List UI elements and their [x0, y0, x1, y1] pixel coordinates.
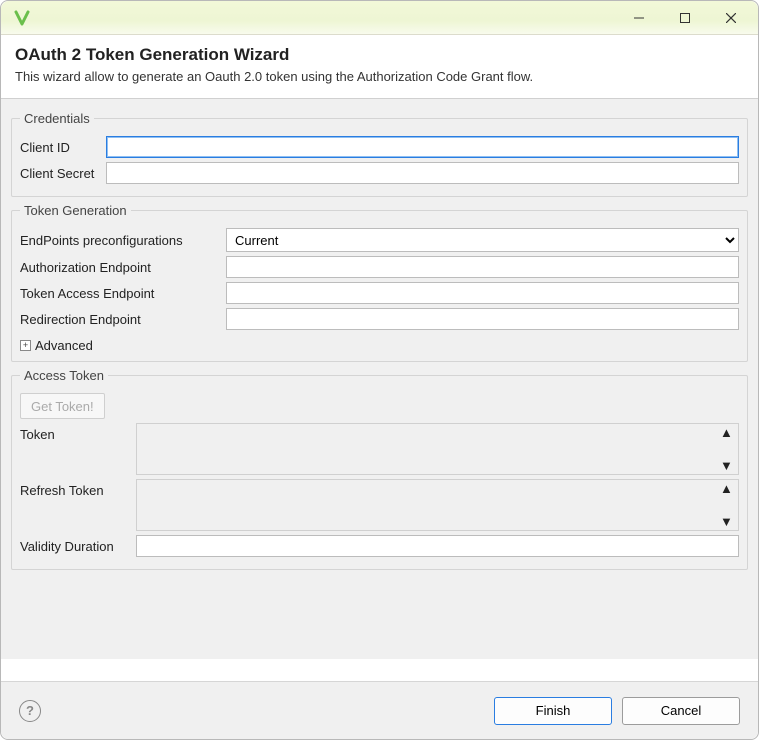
triangle-down-icon[interactable]: ▼ — [720, 459, 738, 472]
credentials-legend: Credentials — [20, 111, 94, 126]
token-output: ▲ ▼ — [136, 423, 739, 475]
validity-label: Validity Duration — [20, 539, 130, 554]
token-endpoint-input[interactable] — [226, 282, 739, 304]
redirect-endpoint-label: Redirection Endpoint — [20, 312, 220, 327]
plus-icon: + — [20, 340, 31, 351]
auth-endpoint-input[interactable] — [226, 256, 739, 278]
cancel-button[interactable]: Cancel — [622, 697, 740, 725]
endpoints-preconfig-label: EndPoints preconfigurations — [20, 233, 220, 248]
client-secret-input[interactable] — [106, 162, 739, 184]
credentials-group: Credentials Client ID Client Secret — [11, 111, 748, 197]
wizard-header: OAuth 2 Token Generation Wizard This wiz… — [1, 35, 758, 99]
get-token-button[interactable]: Get Token! — [20, 393, 105, 419]
triangle-up-icon[interactable]: ▲ — [720, 426, 738, 439]
client-secret-label: Client Secret — [20, 166, 100, 181]
app-icon — [13, 9, 31, 27]
page-description: This wizard allow to generate an Oauth 2… — [15, 69, 744, 84]
window-titlebar — [1, 1, 758, 35]
triangle-up-icon[interactable]: ▲ — [720, 482, 738, 495]
client-id-label: Client ID — [20, 140, 100, 155]
client-id-input[interactable] — [106, 136, 739, 158]
token-generation-group: Token Generation EndPoints preconfigurat… — [11, 203, 748, 362]
triangle-down-icon[interactable]: ▼ — [720, 515, 738, 528]
token-endpoint-label: Token Access Endpoint — [20, 286, 220, 301]
maximize-button[interactable] — [662, 3, 708, 33]
finish-button[interactable]: Finish — [494, 697, 612, 725]
access-token-group: Access Token Get Token! Token ▲ ▼ Refres… — [11, 368, 748, 570]
refresh-token-output: ▲ ▼ — [136, 479, 739, 531]
close-button[interactable] — [708, 3, 754, 33]
redirect-endpoint-input[interactable] — [226, 308, 739, 330]
advanced-label: Advanced — [35, 338, 93, 353]
token-value — [137, 424, 720, 474]
access-token-legend: Access Token — [20, 368, 108, 383]
advanced-toggle[interactable]: + Advanced — [20, 334, 739, 353]
minimize-button[interactable] — [616, 3, 662, 33]
page-title: OAuth 2 Token Generation Wizard — [15, 45, 744, 65]
wizard-body: Credentials Client ID Client Secret Toke… — [1, 99, 758, 659]
token-label: Token — [20, 423, 130, 442]
refresh-token-label: Refresh Token — [20, 479, 130, 498]
token-generation-legend: Token Generation — [20, 203, 131, 218]
endpoints-preconfig-select[interactable]: Current — [226, 228, 739, 252]
refresh-token-value — [137, 480, 720, 530]
help-icon[interactable]: ? — [19, 700, 41, 722]
dialog-button-bar: ? Finish Cancel — [1, 681, 758, 739]
window-controls — [616, 3, 754, 33]
auth-endpoint-label: Authorization Endpoint — [20, 260, 220, 275]
validity-output — [136, 535, 739, 557]
